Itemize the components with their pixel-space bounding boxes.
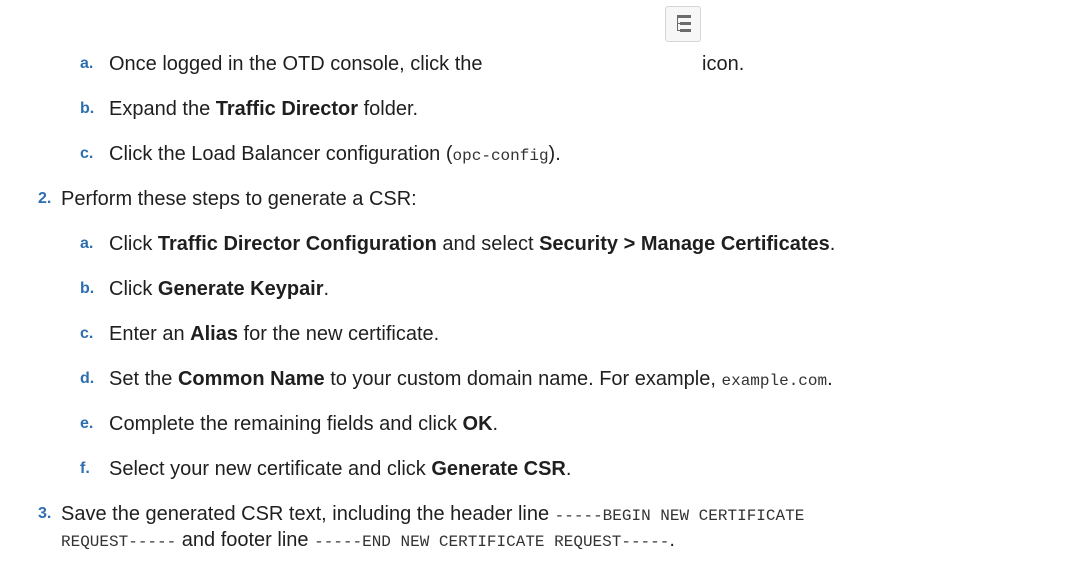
text-run: Save the generated CSR text, including t…	[61, 503, 555, 525]
step-marker: 2.	[38, 190, 52, 207]
step-text: Click the Load Balancer configuration (o…	[109, 142, 561, 168]
step-marker: b.	[80, 100, 95, 117]
step-text: Once logged in the OTD console, click th…	[109, 53, 483, 75]
ui-term-generate-csr: Generate CSR	[431, 458, 566, 480]
step-text: Click Traffic Director Configuration and…	[109, 232, 835, 256]
code-begin-csr-cont: REQUEST-----	[61, 533, 177, 551]
step-text: Save the generated CSR text, including t…	[61, 502, 804, 528]
text-run: .	[827, 368, 833, 390]
ui-term-common-name: Common Name	[177, 368, 325, 390]
step-marker: a.	[80, 55, 94, 72]
step-text: Expand the Traffic Director folder.	[109, 97, 418, 121]
step-marker: c.	[80, 145, 94, 162]
ui-term-ok: OK	[462, 413, 493, 435]
tree-view-icon	[665, 6, 701, 42]
step-marker: f.	[80, 460, 90, 477]
step-text: Perform these steps to generate a CSR:	[61, 188, 417, 210]
text-run: to your custom domain name. For example,	[324, 368, 722, 390]
step-marker: a.	[80, 235, 94, 252]
ui-term-alias: Alias	[190, 323, 238, 345]
text-run: Expand the	[109, 98, 216, 120]
step-text: REQUEST----- and footer line -----END NE…	[61, 528, 675, 554]
ui-term-traffic-director-configuration: Traffic Director Configuration	[157, 233, 437, 255]
text-run: .	[829, 233, 836, 255]
step-text: Set the Common Name to your custom domai…	[109, 367, 833, 393]
step-marker: c.	[80, 325, 94, 342]
step-text: Complete the remaining fields and click …	[109, 412, 498, 436]
text-run: Complete the remaining fields and click	[109, 413, 463, 435]
text-run: Select your new certificate and click	[109, 458, 432, 480]
code-opc-config: opc-config	[452, 147, 549, 165]
step-text: Enter an Alias for the new certificate.	[109, 322, 439, 346]
text-run: for the new certificate.	[237, 323, 440, 345]
step-marker: 3.	[38, 505, 52, 522]
text-run: ).	[548, 143, 561, 165]
ui-term-manage-certificates: Security > Manage Certificates	[539, 233, 830, 255]
text-run: and footer line	[176, 529, 315, 551]
text-run: Click the Load Balancer configuration (	[109, 143, 453, 165]
text-run: .	[492, 413, 499, 435]
code-example-com: example.com	[721, 372, 828, 390]
text-run: .	[669, 529, 675, 551]
step-text: Select your new certificate and click Ge…	[109, 457, 571, 481]
text-run: and select	[436, 233, 540, 255]
step-text-after: icon.	[702, 53, 745, 75]
text-run: .	[565, 458, 572, 480]
text-run: folder.	[358, 98, 419, 120]
text-run: Click	[109, 233, 158, 255]
step-marker: e.	[80, 415, 94, 432]
ui-term-traffic-director: Traffic Director	[215, 98, 359, 120]
text-run: .	[323, 278, 330, 300]
text-run: Click	[109, 278, 158, 300]
ui-term-generate-keypair: Generate Keypair	[157, 278, 324, 300]
step-marker: b.	[80, 280, 95, 297]
text-run: Set the	[109, 368, 178, 390]
text-run: Enter an	[109, 323, 191, 345]
step-text: Click Generate Keypair.	[109, 277, 329, 301]
step-marker: d.	[80, 370, 95, 387]
code-end-csr: -----END NEW CERTIFICATE REQUEST-----	[314, 533, 670, 551]
code-begin-csr: -----BEGIN NEW CERTIFICATE	[554, 507, 805, 525]
